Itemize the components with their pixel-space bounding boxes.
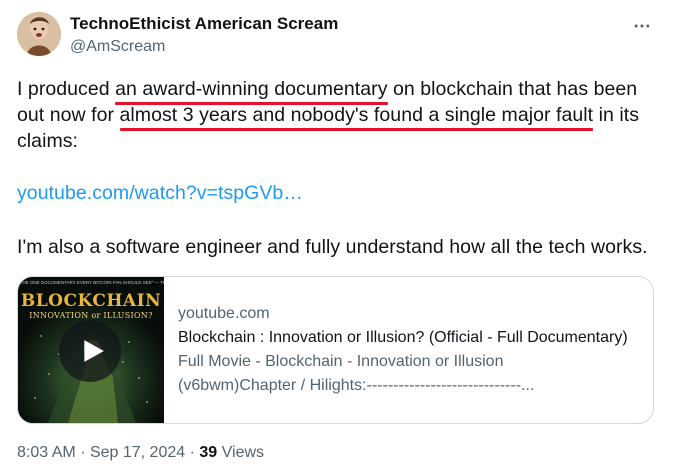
card-description-line-2: (v6bwm)Chapter / Hilights:--------------… bbox=[178, 377, 535, 394]
tweet-text-segment: out now for bbox=[17, 104, 120, 126]
tweet-text-segment: I produced bbox=[17, 78, 116, 100]
tweet-time[interactable]: 8:03 AM bbox=[17, 444, 76, 461]
card-domain: youtube.com bbox=[178, 305, 270, 322]
thumbnail-title: BLOCKCHAIN bbox=[20, 291, 162, 311]
author-display-name[interactable]: TechnoEthicist American Scream bbox=[70, 14, 338, 34]
tweet-text-line-7: I'm also a software engineer and fully u… bbox=[17, 236, 648, 258]
tweet-text-segment: in its bbox=[593, 104, 639, 126]
link-preview-card[interactable]: "THE ONE DOCUMENTARY EVERY BITCOIN FAN S… bbox=[17, 276, 654, 424]
meta-separator: · bbox=[80, 444, 86, 461]
views-count[interactable]: 39 bbox=[199, 444, 217, 461]
tweet: TechnoEthicist American Scream @AmScream… bbox=[0, 0, 673, 472]
tweet-text-line-1: I produced an award-winning documentary … bbox=[17, 78, 637, 101]
highlighted-phrase-no-fault: almost 3 years and nobody's found a sing… bbox=[119, 104, 594, 126]
tweet-link[interactable]: youtube.com/watch?v=tspGVb… bbox=[17, 182, 303, 205]
card-description-line-1: Full Movie - Blockchain - Innovation or … bbox=[178, 353, 504, 370]
thumbnail-tagline: "THE ONE DOCUMENTARY EVERY BITCOIN FAN S… bbox=[18, 280, 164, 285]
video-thumbnail[interactable]: "THE ONE DOCUMENTARY EVERY BITCOIN FAN S… bbox=[18, 277, 164, 423]
views-label: Views bbox=[221, 444, 265, 461]
more-horizontal-icon bbox=[634, 24, 650, 28]
tweet-text-line-2: out now for almost 3 years and nobody's … bbox=[17, 104, 639, 127]
play-icon bbox=[83, 340, 104, 362]
meta-separator: · bbox=[189, 444, 195, 461]
tweet-text-line-3: claims: bbox=[17, 130, 79, 152]
highlighted-phrase-award-winning: an award-winning documentary bbox=[115, 78, 388, 100]
avatar[interactable] bbox=[17, 12, 61, 56]
more-options-button[interactable] bbox=[625, 12, 659, 40]
play-button[interactable] bbox=[59, 320, 121, 382]
tweet-meta: 8:03 AM · Sep 17, 2024 · 39 Views bbox=[17, 444, 264, 462]
card-title: Blockchain : Innovation or Illusion? (Of… bbox=[178, 329, 628, 346]
card-text-block[interactable]: youtube.com Blockchain : Innovation or I… bbox=[178, 277, 644, 423]
tweet-text-segment: on blockchain that has been bbox=[387, 78, 638, 100]
tweet-date[interactable]: Sep 17, 2024 bbox=[90, 444, 185, 461]
author-handle[interactable]: @AmScream bbox=[70, 38, 165, 56]
avatar-image bbox=[17, 12, 61, 56]
thumbnail-subtitle: INNOVATION or ILLUSION? bbox=[29, 311, 153, 320]
